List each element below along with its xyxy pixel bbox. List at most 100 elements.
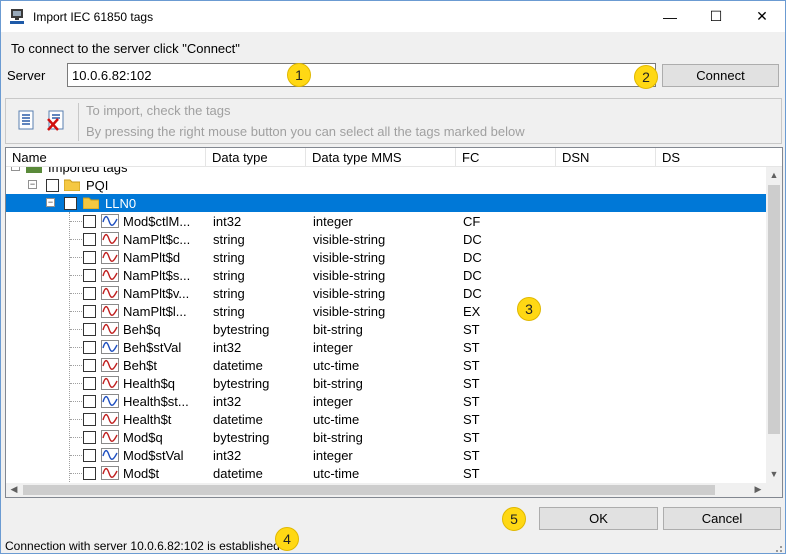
tag-row[interactable]: Health$q bytestring bit-string ST bbox=[6, 374, 766, 392]
tag-row[interactable]: Health$st... int32 integer ST bbox=[6, 392, 766, 410]
data-type-mms-cell: bit-string bbox=[313, 376, 363, 391]
data-type-mms-cell: visible-string bbox=[313, 286, 386, 301]
tag-row[interactable]: NamPlt$s... string visible-string DC bbox=[6, 266, 766, 284]
folder-checkbox[interactable] bbox=[46, 179, 59, 192]
tree-guide-line bbox=[70, 383, 82, 384]
column-header-dsn[interactable]: DSN bbox=[562, 150, 589, 165]
tag-checkbox[interactable] bbox=[83, 233, 96, 246]
uncheck-list-icon[interactable] bbox=[45, 109, 67, 131]
tag-name-cell: Beh$stVal bbox=[123, 340, 182, 355]
tree-guide-line bbox=[70, 473, 82, 474]
tag-checkbox[interactable] bbox=[83, 467, 96, 480]
data-type-cell: bytestring bbox=[213, 322, 270, 337]
signal-wave-icon bbox=[101, 250, 119, 264]
fc-cell: EX bbox=[463, 304, 481, 319]
data-type-mms-cell: integer bbox=[313, 448, 353, 463]
tag-name-cell: Beh$t bbox=[123, 358, 157, 373]
tag-checkbox[interactable] bbox=[83, 287, 96, 300]
tag-checkbox[interactable] bbox=[83, 449, 96, 462]
data-type-cell: int32 bbox=[213, 214, 242, 229]
column-header-ds[interactable]: DS bbox=[662, 150, 680, 165]
tag-row[interactable]: Mod$t datetime utc-time ST bbox=[6, 464, 766, 482]
signal-wave-icon bbox=[101, 430, 119, 444]
vertical-scroll-thumb[interactable] bbox=[768, 185, 780, 434]
tag-name-cell: Health$q bbox=[123, 376, 176, 391]
scroll-down-icon[interactable]: ▼ bbox=[766, 469, 782, 479]
tag-row[interactable]: Beh$t datetime utc-time ST bbox=[6, 356, 766, 374]
data-type-cell: datetime bbox=[213, 412, 263, 427]
vertical-scrollbar[interactable]: ▲ ▼ bbox=[766, 167, 782, 483]
signal-wave-icon bbox=[101, 376, 119, 390]
scroll-left-icon[interactable]: ◀ bbox=[6, 484, 22, 495]
tag-checkbox[interactable] bbox=[83, 377, 96, 390]
resize-grip-icon[interactable] bbox=[771, 541, 783, 553]
scroll-up-icon[interactable]: ▲ bbox=[766, 170, 782, 180]
close-button[interactable]: ✕ bbox=[739, 1, 785, 32]
check-list-icon[interactable] bbox=[15, 109, 37, 131]
connect-button[interactable]: Connect bbox=[662, 64, 779, 87]
tree-root-label: Imported tags bbox=[48, 167, 128, 175]
tag-row[interactable]: Mod$stVal int32 integer ST bbox=[6, 446, 766, 464]
column-header-fc[interactable]: FC bbox=[462, 150, 479, 165]
column-header-data-type-mms[interactable]: Data type MMS bbox=[312, 150, 402, 165]
tag-checkbox[interactable] bbox=[83, 431, 96, 444]
collapse-icon[interactable]: − bbox=[11, 167, 20, 171]
tag-checkbox[interactable] bbox=[83, 323, 96, 336]
column-separator[interactable] bbox=[455, 148, 456, 167]
tag-row[interactable]: NamPlt$d string visible-string DC bbox=[6, 248, 766, 266]
column-header-name[interactable]: Name bbox=[12, 150, 47, 165]
signal-wave-icon bbox=[101, 286, 119, 300]
tag-row[interactable]: Beh$stVal int32 integer ST bbox=[6, 338, 766, 356]
column-header-data-type[interactable]: Data type bbox=[212, 150, 268, 165]
cancel-button[interactable]: Cancel bbox=[663, 507, 781, 530]
signal-wave-icon bbox=[101, 232, 119, 246]
window-title: Import IEC 61850 tags bbox=[33, 10, 154, 24]
collapse-icon[interactable]: − bbox=[46, 198, 55, 207]
fc-cell: ST bbox=[463, 430, 480, 445]
data-type-cell: bytestring bbox=[213, 376, 270, 391]
signal-wave-icon bbox=[101, 322, 119, 336]
node-checkbox[interactable] bbox=[64, 197, 77, 210]
tag-checkbox[interactable] bbox=[83, 341, 96, 354]
scroll-right-icon[interactable]: ▶ bbox=[750, 484, 766, 495]
tag-row[interactable]: Beh$q bytestring bit-string ST bbox=[6, 320, 766, 338]
tree-root-row[interactable]: − Imported tags bbox=[6, 167, 766, 176]
tag-row[interactable]: Mod$q bytestring bit-string ST bbox=[6, 428, 766, 446]
column-separator[interactable] bbox=[305, 148, 306, 167]
fc-cell: ST bbox=[463, 340, 480, 355]
maximize-button[interactable]: ☐ bbox=[693, 1, 739, 32]
tag-checkbox[interactable] bbox=[83, 413, 96, 426]
tag-row[interactable]: Mod$ctlM... int32 integer CF bbox=[6, 212, 766, 230]
tag-checkbox[interactable] bbox=[83, 395, 96, 408]
ok-button[interactable]: OK bbox=[539, 507, 658, 530]
column-separator[interactable] bbox=[555, 148, 556, 167]
callout-badge-3: 3 bbox=[517, 297, 541, 321]
collapse-icon[interactable]: − bbox=[28, 180, 37, 189]
tag-checkbox[interactable] bbox=[83, 269, 96, 282]
column-separator[interactable] bbox=[205, 148, 206, 167]
data-type-cell: int32 bbox=[213, 340, 242, 355]
connect-hint: To connect to the server click "Connect" bbox=[11, 41, 240, 56]
tag-row[interactable]: NamPlt$v... string visible-string DC bbox=[6, 284, 766, 302]
tag-row[interactable]: Health$t datetime utc-time ST bbox=[6, 410, 766, 428]
data-type-mms-cell: integer bbox=[313, 214, 353, 229]
column-separator[interactable] bbox=[655, 148, 656, 167]
tag-checkbox[interactable] bbox=[83, 305, 96, 318]
tag-name-cell: Beh$q bbox=[123, 322, 161, 337]
toolbar-separator bbox=[78, 103, 79, 141]
minimize-button[interactable]: — bbox=[647, 1, 693, 32]
data-type-cell: datetime bbox=[213, 358, 263, 373]
tag-checkbox[interactable] bbox=[83, 359, 96, 372]
import-dialog: Import IEC 61850 tags — ☐ ✕ To connect t… bbox=[0, 0, 786, 554]
horizontal-scrollbar[interactable]: ◀ ▶ bbox=[6, 483, 782, 497]
tree-node-row-selected[interactable]: − LLN0 bbox=[6, 194, 766, 212]
horizontal-scroll-thumb[interactable] bbox=[23, 485, 715, 495]
tag-row[interactable]: NamPlt$l... string visible-string EX bbox=[6, 302, 766, 320]
data-type-cell: bytestring bbox=[213, 430, 270, 445]
tag-checkbox[interactable] bbox=[83, 215, 96, 228]
tree-folder-row[interactable]: − PQI bbox=[6, 176, 766, 194]
tag-row[interactable]: NamPlt$c... string visible-string DC bbox=[6, 230, 766, 248]
tree-guide-line bbox=[70, 257, 82, 258]
server-input[interactable] bbox=[67, 63, 656, 87]
tag-checkbox[interactable] bbox=[83, 251, 96, 264]
